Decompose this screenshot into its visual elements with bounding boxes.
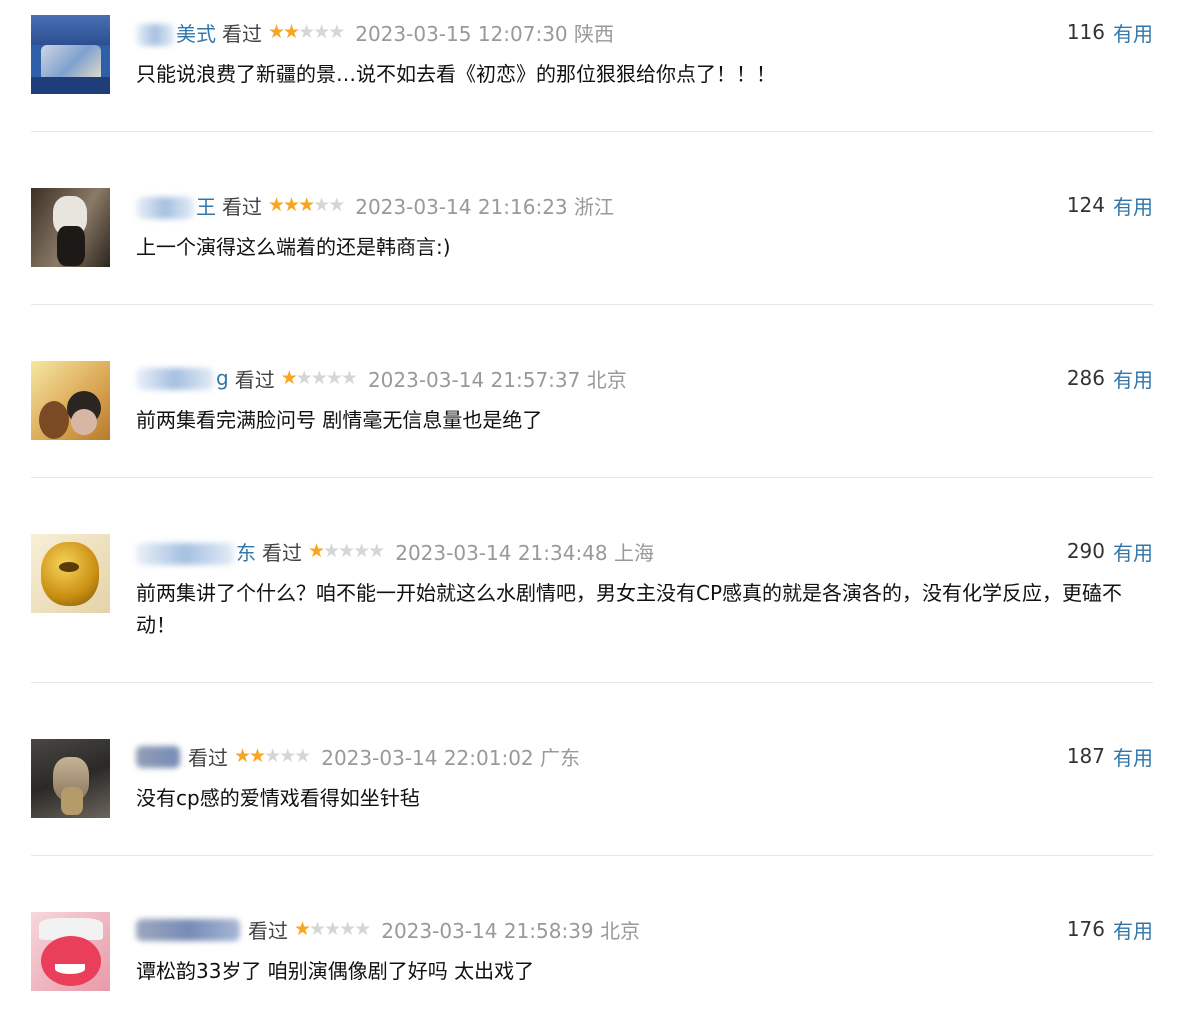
comment-meta: 看过 ★ ★ ★ ★ ★ 2023-03-14 21:58:39 北京 [136,914,640,944]
star-filled-icon: ★ [268,194,285,216]
star-empty-icon: ★ [353,540,370,562]
comment-time: 2023-03-14 21:34:48 上海 [395,540,655,565]
rating-stars: ★ ★ ★ ★ ★ [280,367,358,389]
star-filled-icon: ★ [294,918,311,940]
watched-status: 看过 [234,367,275,392]
rating-stars: ★ ★ ★ ★ ★ [234,745,311,767]
comment-meta: 王 看过 ★ ★ ★ ★ ★ 2023-03-14 21:16:23 浙江 [136,190,614,220]
star-filled-icon: ★ [280,367,298,389]
divider [31,477,1153,478]
vote-count: 286 [1066,366,1105,390]
comment-text: 没有cp感的爱情戏看得如坐针毡 [136,786,420,810]
star-empty-icon: ★ [325,367,343,389]
comment-time: 2023-03-14 21:16:23 浙江 [355,194,615,219]
avatar[interactable] [31,534,110,613]
useful-button[interactable]: 有用 [1113,915,1153,944]
vote-count: 290 [1066,539,1105,563]
star-empty-icon: ★ [309,918,326,940]
watched-status: 看过 [222,21,262,46]
rating-stars: ★ ★ ★ ★ ★ [308,540,385,562]
rating-stars: ★ ★ ★ ★ ★ [294,918,371,940]
star-filled-icon: ★ [234,745,251,767]
star-filled-icon: ★ [249,745,266,767]
rating-stars: ★ ★ ★ ★ ★ [268,21,345,43]
avatar[interactable] [31,912,110,991]
useful-button[interactable]: 有用 [1113,364,1153,393]
star-empty-icon: ★ [338,540,355,562]
avatar[interactable] [31,188,110,267]
comment-meta: g 看过 ★ ★ ★ ★ ★ 2023-03-14 21:57:37 北京 [136,363,627,393]
comment-meta: 东 看过 ★ ★ ★ ★ ★ 2023-03-14 21:34:48 上海 [136,536,654,566]
divider [31,682,1153,683]
star-filled-icon: ★ [298,194,315,216]
star-empty-icon: ★ [368,540,385,562]
comment-meta: 美式 看过 ★ ★ ★ ★ ★ 2023-03-15 12:07:30 陕西 [136,17,614,47]
watched-status: 看过 [222,194,262,219]
watched-status: 看过 [262,540,302,565]
star-filled-icon: ★ [283,194,300,216]
avatar[interactable] [31,15,110,94]
watched-status: 看过 [248,918,288,943]
useful-button[interactable]: 有用 [1113,191,1153,220]
comment-text: 前两集看完满脸问号 剧情毫无信息量也是绝了 [136,408,543,432]
vote-area: 290 有用 [1067,536,1153,566]
star-empty-icon: ★ [328,21,345,43]
comment-time: 2023-03-14 22:01:02 广东 [321,745,581,770]
star-filled-icon: ★ [283,21,300,43]
comment-time: 2023-03-14 21:58:39 北京 [381,918,641,943]
star-empty-icon: ★ [324,918,341,940]
comment-time: 2023-03-15 12:07:30 陕西 [355,21,615,46]
vote-area: 187 有用 [1067,741,1153,771]
star-empty-icon: ★ [295,367,313,389]
vote-count: 176 [1066,917,1105,941]
star-empty-icon: ★ [323,540,340,562]
vote-area: 116 有用 [1067,17,1153,47]
avatar[interactable] [31,739,110,818]
comment-text: 前两集讲了个什么？咱不能一开始就这么水剧情吧，男女主没有CP感真的就是各演各的，… [136,581,1123,637]
avatar[interactable] [31,361,110,440]
useful-button[interactable]: 有用 [1113,537,1153,566]
star-empty-icon: ★ [264,745,281,767]
vote-area: 286 有用 [1067,363,1153,393]
username-link[interactable] [136,744,182,769]
username-link[interactable]: 王 [136,191,216,220]
vote-area: 124 有用 [1067,190,1153,220]
vote-area: 176 有用 [1067,914,1153,944]
vote-count: 116 [1066,20,1105,44]
star-empty-icon: ★ [354,918,371,940]
star-empty-icon: ★ [298,21,315,43]
star-filled-icon: ★ [268,21,285,43]
comment-time: 2023-03-14 21:57:37 北京 [367,367,627,392]
star-filled-icon: ★ [308,540,325,562]
useful-button[interactable]: 有用 [1113,18,1153,47]
watched-status: 看过 [188,745,228,770]
star-empty-icon: ★ [328,194,345,216]
username-link[interactable]: 美式 [136,18,216,47]
username-link[interactable]: 东 [136,537,256,566]
useful-button[interactable]: 有用 [1113,742,1153,771]
username-link[interactable]: g [136,366,229,391]
star-empty-icon: ★ [310,367,328,389]
vote-count: 124 [1066,193,1105,217]
star-empty-icon: ★ [279,745,296,767]
username-link[interactable] [136,917,242,942]
comment-text: 上一个演得这么端着的还是韩商言:) [136,235,451,259]
star-empty-icon: ★ [340,367,358,389]
star-empty-icon: ★ [313,21,330,43]
star-empty-icon: ★ [294,745,311,767]
star-empty-icon: ★ [313,194,330,216]
divider [31,131,1153,132]
comment-meta: 看过 ★ ★ ★ ★ ★ 2023-03-14 22:01:02 广东 [136,741,580,771]
star-empty-icon: ★ [339,918,356,940]
rating-stars: ★ ★ ★ ★ ★ [268,194,345,216]
divider [31,855,1153,856]
divider [31,304,1153,305]
comment-text: 只能说浪费了新疆的景…说不如去看《初恋》的那位狠狠给你点了！！！ [136,62,776,86]
comment-text: 谭松韵33岁了 咱别演偶像剧了好吗 太出戏了 [136,959,535,983]
vote-count: 187 [1066,744,1105,768]
